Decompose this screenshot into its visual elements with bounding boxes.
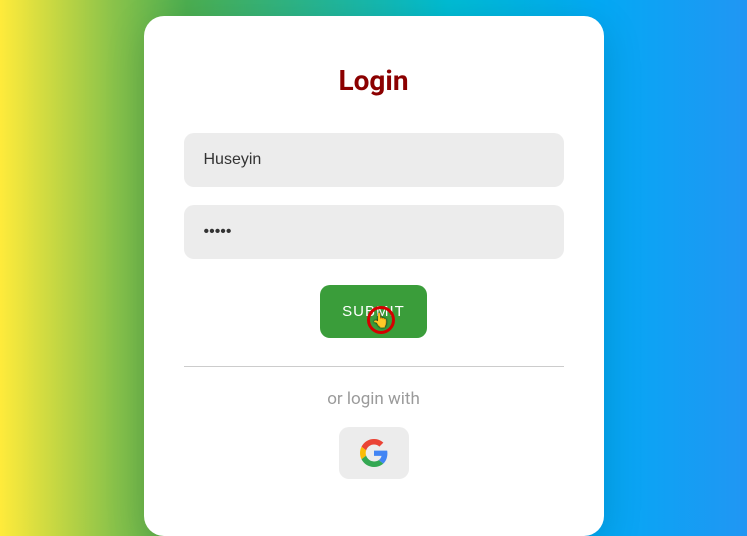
username-input[interactable]	[184, 133, 564, 187]
google-icon	[360, 439, 388, 467]
password-input[interactable]	[184, 205, 564, 259]
alt-login-text: or login with	[327, 389, 420, 409]
page-title: Login	[338, 64, 408, 97]
divider	[184, 366, 564, 367]
google-login-button[interactable]	[339, 427, 409, 479]
submit-button-label: SUBMIT	[342, 303, 405, 320]
login-card: Login SUBMIT 👆 or login with	[144, 16, 604, 536]
submit-button[interactable]: SUBMIT 👆	[320, 285, 427, 338]
